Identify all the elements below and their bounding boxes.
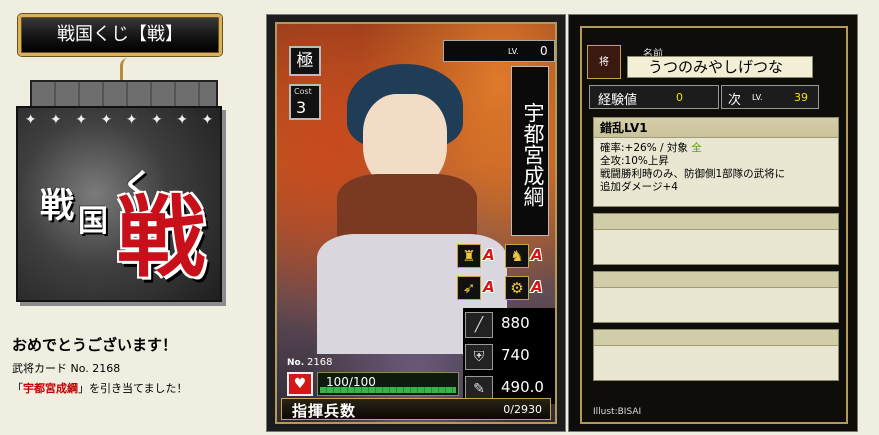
diamond-icon: ✦: [24, 112, 37, 128]
ticket-char: 戦: [40, 186, 74, 226]
skill-description: 確率:+26% / 対象 全 全攻:10%上昇 戦闘勝利時のみ、防御側1部隊の武…: [600, 142, 785, 194]
next-lv-label: LV.: [752, 93, 763, 102]
cost-label: Cost: [294, 87, 312, 96]
skill-target: 全: [691, 142, 702, 154]
level-value: 0: [540, 44, 548, 58]
skill-title: 錯乱LV1: [594, 118, 838, 138]
aptitude-siege: ⚙ A: [505, 276, 547, 302]
diamond-icon: ✦: [125, 112, 138, 128]
aptitude-grade: A: [531, 278, 543, 296]
hp-bar: 100/100: [317, 372, 459, 396]
card-number-label: No.: [287, 358, 305, 368]
aptitude-horse: ♞ A: [505, 244, 547, 270]
troop-count-bar: 指揮兵数 0/2930: [281, 398, 551, 420]
experience-label: 経験値: [598, 93, 638, 108]
defense-helmet-icon: ⛨: [465, 344, 493, 370]
heart-icon: ♥: [287, 372, 313, 396]
won-suffix: 」を引き当てました！: [78, 382, 188, 395]
next-level-box: 次 LV. 39: [721, 85, 819, 109]
aptitude-grade: A: [531, 246, 543, 264]
diamond-icon: ✦: [151, 112, 163, 128]
horse-icon: ♞: [505, 244, 529, 268]
intelligence-value: 490.0: [501, 378, 544, 396]
general-info-panel: 将 名前 うつのみやしげつな 経験値 0 次 LV. 39 錯乱LV1 確率:+…: [568, 14, 858, 432]
diamond-icon: ✦: [50, 112, 62, 128]
general-name-kana: うつのみやしげつな: [627, 56, 813, 78]
skill-slot-header: [594, 272, 838, 288]
ticket-big-char: 戦: [116, 185, 205, 289]
skill-slot-2: [593, 213, 839, 265]
card-number-line: 武将カード No. 2168: [12, 362, 121, 375]
stat-attack: ╱ 880: [463, 310, 555, 340]
ticket-char: 国: [78, 204, 108, 239]
won-general-name: 宇都宮成綱: [23, 382, 78, 395]
lottery-title: 戦国くじ【戦】: [18, 14, 222, 56]
diamond-icon: ✦: [100, 112, 113, 128]
aptitude-grade: A: [483, 278, 495, 296]
general-name-banner: 宇都宮成綱: [511, 66, 549, 236]
attack-spear-icon: ╱: [465, 312, 493, 338]
next-level-value: 39: [794, 91, 808, 104]
aptitude-bow: ➶ A: [457, 276, 499, 302]
ticket-binding: [30, 80, 218, 108]
experience-value: 0: [676, 91, 683, 104]
skill-slot-4: [593, 329, 839, 381]
skill-rate: 確率:+26% / 対象: [600, 142, 688, 154]
aptitude-grade: A: [483, 246, 495, 264]
level-bar: LV. 0: [443, 40, 555, 62]
diamond-icon: ✦: [75, 112, 87, 128]
general-card: 極 Cost 3 LV. 0 宇都宮成綱 ♜ A ♞ A ➶ A ⚙ A ╱ 8…: [266, 14, 566, 432]
congrats-message: おめでとうございます！: [12, 336, 178, 354]
ticket-diamond-row: ✦ ✦ ✦ ✦ ✦ ✦ ✦ ✦: [18, 112, 220, 128]
card-inner-frame: 極 Cost 3 LV. 0 宇都宮成綱 ♜ A ♞ A ➶ A ⚙ A ╱ 8…: [275, 22, 557, 424]
skill-slot-header: [594, 214, 838, 230]
won-message: 「宇都宮成綱」を引き当てました！: [12, 380, 187, 396]
aptitude-spear: ♜ A: [457, 244, 499, 270]
attack-value: 880: [501, 314, 530, 332]
level-label: LV.: [508, 47, 519, 56]
skill-effect-line: 戦闘勝利時のみ、防御側1部隊の武将に: [600, 168, 786, 180]
bow-icon: ➶: [457, 276, 481, 300]
won-prefix: 「: [12, 382, 23, 395]
siege-weapon-icon: ⚙: [505, 276, 529, 300]
skill-effect-line: 追加ダメージ+4: [600, 181, 678, 193]
ticket-body: ✦ ✦ ✦ ✦ ✦ ✦ ✦ ✦ 戦 国 く じ 戦: [16, 106, 222, 302]
spear-soldier-icon: ♜: [457, 244, 481, 268]
cost-value: 3: [296, 98, 307, 117]
troop-value: 0/2930: [503, 403, 542, 416]
defense-value: 740: [501, 346, 530, 364]
aptitude-grid: ♜ A ♞ A ➶ A ⚙ A: [457, 244, 553, 306]
skill-slot-header: [594, 330, 838, 346]
cost-badge: Cost 3: [289, 84, 321, 120]
diamond-icon: ✦: [201, 112, 214, 128]
stat-defense: ⛨ 740: [463, 342, 555, 372]
rarity-badge: 極: [289, 46, 321, 76]
experience-box: 経験値 0: [589, 85, 719, 109]
skill-effect-line: 全攻:10%上昇: [600, 155, 669, 167]
skill-slot-1: 錯乱LV1 確率:+26% / 対象 全 全攻:10%上昇 戦闘勝利時のみ、防御…: [593, 117, 839, 207]
skill-slot-3: [593, 271, 839, 323]
diamond-icon: ✦: [176, 112, 188, 128]
troop-label: 指揮兵数: [292, 402, 357, 420]
lottery-ticket-image: ✦ ✦ ✦ ✦ ✦ ✦ ✦ ✦ 戦 国 く じ 戦: [12, 58, 227, 310]
next-label: 次: [728, 93, 742, 108]
illustrator-credit: Illust:BISAI: [593, 407, 642, 417]
general-seal-icon: 将: [587, 45, 621, 79]
stats-column: ╱ 880 ⛨ 740 ✎ 490.0: [463, 308, 555, 404]
card-number-value: 2168: [307, 357, 333, 368]
hp-fill: [320, 387, 456, 393]
